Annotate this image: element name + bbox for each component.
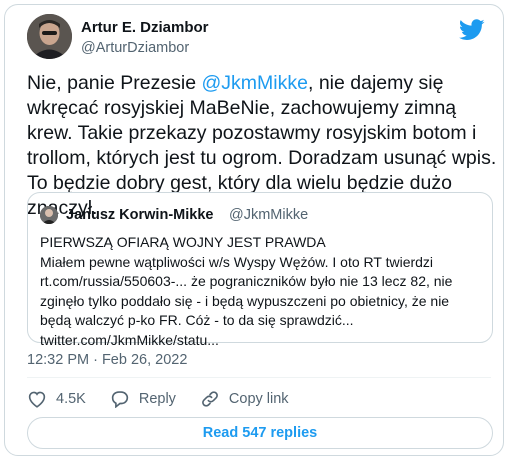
like-count: 4.5K bbox=[56, 391, 86, 407]
quoted-line: twitter.com/JkmMikke/statu... bbox=[40, 331, 219, 348]
twitter-bird-icon[interactable] bbox=[459, 19, 485, 41]
quoted-line: zginęło tylko poddało się - i będą wypus… bbox=[40, 292, 450, 309]
quoted-line: PIERWSZĄ OFIARĄ WOJNY JEST PRAWDA bbox=[40, 234, 326, 250]
reply-label: Reply bbox=[138, 391, 176, 407]
tweet-card: Artur E. Dziambor @ArturDziambor Nie, pa… bbox=[4, 4, 504, 456]
reply-button[interactable]: Reply bbox=[110, 390, 176, 408]
copy-link-label: Copy link bbox=[228, 391, 289, 407]
quoted-author-name: Janusz Korwin-Mikke bbox=[66, 207, 214, 223]
like-button[interactable]: 4.5K bbox=[27, 390, 86, 408]
mention-link[interactable]: @JkmMikke bbox=[202, 72, 308, 94]
quoted-tweet[interactable]: Janusz Korwin-Mikke @JkmMikke PIERWSZĄ O… bbox=[27, 192, 493, 348]
link-icon bbox=[202, 391, 218, 407]
quoted-tweet-text: PIERWSZĄ OFIARĄ WOJNY JEST PRAWDA Miałem… bbox=[40, 233, 488, 350]
quoted-line: będą walczyć p-ko FR. Cóż - to da się sp… bbox=[40, 312, 354, 328]
reply-bubble-icon bbox=[111, 391, 129, 408]
tweet-timestamp[interactable]: 12:32 PM · Feb 26, 2022 bbox=[27, 352, 187, 368]
quoted-line: Miałem pewne wątpliwości w/s Wyspy Wężów… bbox=[40, 253, 434, 270]
author-name[interactable]: Artur E. Dziambor bbox=[81, 19, 209, 36]
heart-icon bbox=[28, 391, 46, 408]
tweet-text-part: Nie, panie Prezesie bbox=[27, 72, 202, 94]
quoted-line: rt.com/russia/550603-... że pogranicznik… bbox=[40, 273, 453, 289]
read-replies-button[interactable]: Read 547 replies bbox=[27, 417, 493, 449]
author-handle[interactable]: @ArturDziambor bbox=[81, 40, 189, 56]
quoted-author-handle: @JkmMikke bbox=[229, 207, 309, 223]
copy-link-button[interactable]: Copy link bbox=[200, 390, 289, 408]
divider bbox=[27, 377, 491, 378]
quoted-author-avatar bbox=[40, 206, 58, 224]
author-avatar[interactable] bbox=[27, 14, 72, 59]
action-bar: 4.5K Reply Copy link bbox=[27, 387, 313, 411]
